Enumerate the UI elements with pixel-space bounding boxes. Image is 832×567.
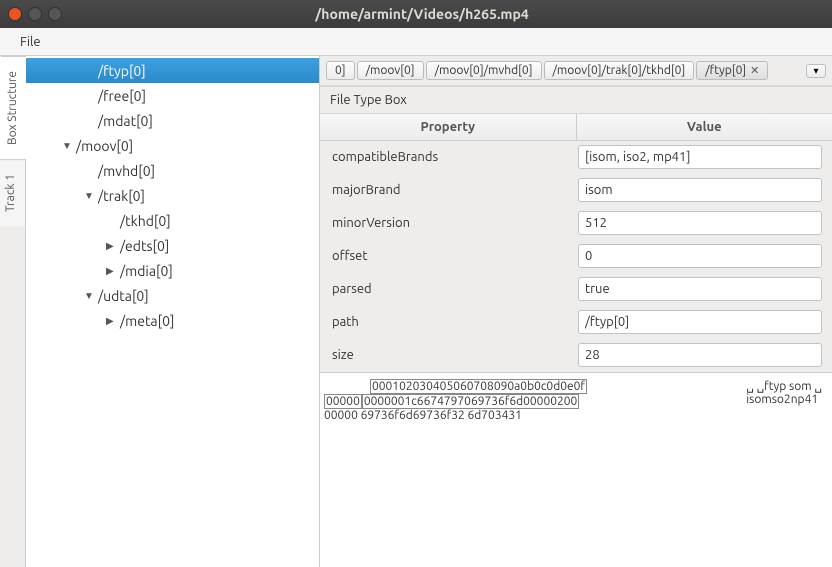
property-key: offset bbox=[320, 241, 568, 271]
tree-arrow-icon[interactable]: ▶ bbox=[106, 265, 118, 277]
window-minimize-button[interactable] bbox=[28, 7, 42, 21]
titlebar: /home/armint/Videos/h265.mp4 bbox=[0, 0, 832, 28]
tree-item-label: /mvhd[0] bbox=[96, 163, 155, 179]
tree-item[interactable]: /mdat[0] bbox=[26, 108, 319, 133]
tree-arrow-icon[interactable]: ▼ bbox=[84, 290, 96, 302]
tree-item-label: /mdia[0] bbox=[118, 263, 173, 279]
crumb-item[interactable]: /moov[0]/mvhd[0] bbox=[426, 61, 542, 80]
tree-item[interactable]: ▼/udta[0] bbox=[26, 283, 319, 308]
tree-arrow-icon[interactable]: ▼ bbox=[62, 140, 74, 152]
tree-item[interactable]: /mvhd[0] bbox=[26, 158, 319, 183]
side-tab-structure[interactable]: Box Structure bbox=[0, 56, 26, 159]
tree-item[interactable]: ▶/mdia[0] bbox=[26, 258, 319, 283]
hex-header: 000102030405060708090a0b0c0d0e0f bbox=[370, 379, 587, 394]
tree-item-label: /meta[0] bbox=[118, 313, 174, 329]
property-key: compatibleBrands bbox=[320, 142, 568, 172]
crumb-item[interactable]: /moov[0] bbox=[357, 61, 424, 80]
property-value-input[interactable] bbox=[578, 277, 822, 301]
property-row: majorBrand bbox=[320, 174, 832, 207]
property-value-input[interactable] bbox=[578, 343, 822, 367]
property-row: size bbox=[320, 339, 832, 372]
property-row: compatibleBrands bbox=[320, 141, 832, 174]
right-pane: 0] /moov[0] /moov[0]/mvhd[0] /moov[0]/tr… bbox=[320, 56, 832, 567]
tree-item-label: /tkhd[0] bbox=[118, 213, 171, 229]
tree-item[interactable]: /ftyp[0] bbox=[26, 58, 319, 83]
tree-item-label: /udta[0] bbox=[96, 288, 149, 304]
tree-arrow-icon[interactable]: ▶ bbox=[106, 240, 118, 252]
menu-file[interactable]: File bbox=[12, 31, 49, 53]
hex-offset: 00000 bbox=[324, 394, 362, 409]
value-header: Value bbox=[577, 114, 832, 140]
section-title: File Type Box bbox=[320, 86, 832, 114]
side-tab-track[interactable]: Track 1 bbox=[0, 159, 25, 226]
tree-item[interactable]: ▶/edts[0] bbox=[26, 233, 319, 258]
property-row: path bbox=[320, 306, 832, 339]
property-row: parsed bbox=[320, 273, 832, 306]
tree-arrow-icon[interactable]: ▶ bbox=[106, 315, 118, 327]
tree-item-label: /mdat[0] bbox=[96, 113, 153, 129]
hex-row: 69736f6d69736f32 6d703431 bbox=[361, 409, 522, 422]
crumb-item[interactable]: /moov[0]/trak[0]/tkhd[0] bbox=[544, 61, 695, 80]
property-value-input[interactable] bbox=[578, 310, 822, 334]
tree-item[interactable]: ▼/moov[0] bbox=[26, 133, 319, 158]
close-icon[interactable]: ✕ bbox=[750, 64, 759, 77]
property-key: path bbox=[320, 307, 568, 337]
chevron-down-icon: ▾ bbox=[813, 65, 818, 77]
property-value-input[interactable] bbox=[578, 244, 822, 268]
property-table: Property Value compatibleBrandsmajorBran… bbox=[320, 114, 832, 372]
tree-item[interactable]: ▼/trak[0] bbox=[26, 183, 319, 208]
property-header: Property bbox=[320, 114, 577, 140]
tree-item[interactable]: /free[0] bbox=[26, 83, 319, 108]
window-title: /home/armint/Videos/h265.mp4 bbox=[70, 6, 774, 22]
window-close-button[interactable] bbox=[8, 7, 22, 21]
crumb-item-active[interactable]: /ftyp[0] ✕ bbox=[696, 61, 768, 80]
tree-arrow-icon[interactable]: ▼ bbox=[84, 190, 96, 202]
property-row: offset bbox=[320, 240, 832, 273]
hex-offset: 00000 bbox=[324, 409, 358, 422]
breadcrumb-bar: 0] /moov[0] /moov[0]/mvhd[0] /moov[0]/tr… bbox=[320, 56, 832, 86]
hex-row: 0000001c6674797069736f6d00000200 bbox=[362, 394, 579, 409]
property-value-input[interactable] bbox=[578, 211, 822, 235]
window-maximize-button[interactable] bbox=[48, 7, 62, 21]
hex-viewer: 000102030405060708090a0b0c0d0e0f 0000000… bbox=[320, 372, 832, 567]
tree-pane: /ftyp[0]/free[0]/mdat[0]▼/moov[0]/mvhd[0… bbox=[26, 56, 320, 567]
property-value-input[interactable] bbox=[578, 178, 822, 202]
tree-item-label: /moov[0] bbox=[74, 138, 133, 154]
tree-item-label: /trak[0] bbox=[96, 188, 145, 204]
menubar: File bbox=[0, 28, 832, 56]
tree-item[interactable]: /tkhd[0] bbox=[26, 208, 319, 233]
crumb-overflow-button[interactable]: ▾ bbox=[806, 64, 826, 78]
property-row: minorVersion bbox=[320, 207, 832, 240]
tree-item[interactable]: ▶/meta[0] bbox=[26, 308, 319, 333]
crumb-item[interactable]: 0] bbox=[326, 61, 355, 80]
property-key: parsed bbox=[320, 274, 568, 304]
tree-item-label: /edts[0] bbox=[118, 238, 169, 254]
tree-item-label: /ftyp[0] bbox=[96, 63, 146, 79]
property-value-input[interactable] bbox=[578, 145, 822, 169]
hex-ascii: ␣ ␣ftyp som ␣ isomso2np41 bbox=[746, 379, 828, 561]
tree-item-label: /free[0] bbox=[96, 88, 146, 104]
property-key: minorVersion bbox=[320, 208, 568, 238]
property-key: majorBrand bbox=[320, 175, 568, 205]
property-key: size bbox=[320, 340, 568, 370]
side-tabs: Box Structure Track 1 bbox=[0, 56, 26, 567]
